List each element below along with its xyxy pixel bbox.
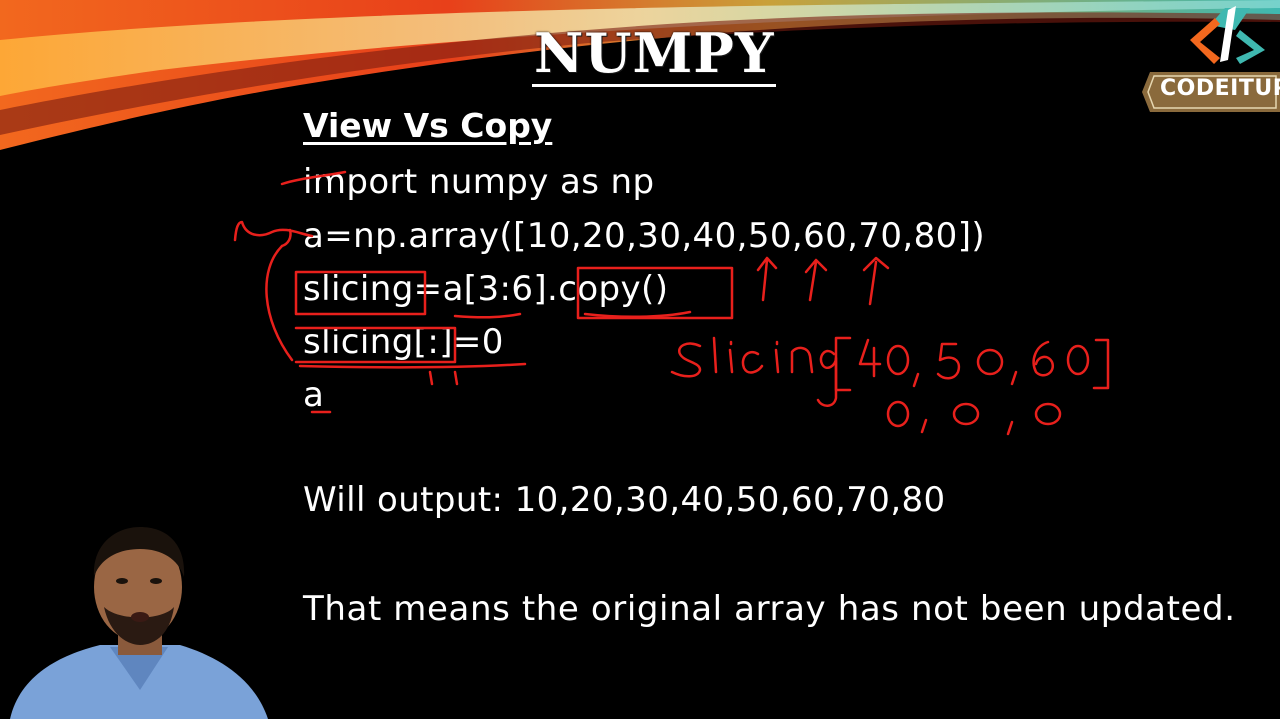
logo-text: CODEITUP [1160,76,1280,101]
ink-bracket-curve [265,244,294,362]
ink-zero-3 [1034,402,1062,426]
code-line-import: import numpy as np [303,162,655,202]
ink-word-slicing [670,342,702,378]
conclusion-text: That means the original array has not be… [303,589,1236,629]
code-line-a: a [303,375,325,415]
slide-title: NUMPY [532,21,777,87]
ink-zero-1 [886,400,910,428]
ink-left-bracket [834,336,852,392]
slide-subtitle: View Vs Copy [303,106,553,145]
output-text: Will output: 10,20,30,40,50,60,70,80 [303,480,946,520]
code-line-slicing-assign: slicing[:]=0 [303,322,504,362]
code-line-array: a=np.array([10,20,30,40,50,60,70,80]) [303,216,986,256]
ink-arrow-array [233,220,314,242]
ink-arrow-50 [804,258,828,302]
presenter-webcam-icon [0,515,275,719]
ink-zero-2 [952,402,980,426]
ink-right-bracket [1092,338,1110,390]
code-line-slicing-copy: slicing=a[3:6].copy() [303,269,669,309]
ink-arrow-40 [756,256,778,302]
ink-arrow-60 [862,256,890,306]
ink-underline-slicing-zero [298,362,527,369]
